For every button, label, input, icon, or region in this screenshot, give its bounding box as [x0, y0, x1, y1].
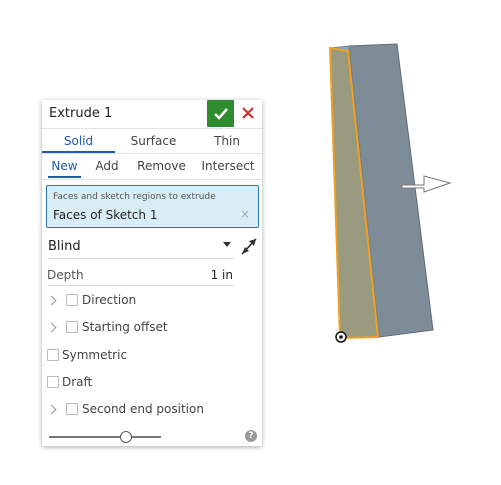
- dialog-header: Extrude 1: [42, 100, 262, 128]
- direction-label: Direction: [82, 293, 137, 307]
- extrude-dialog: Extrude 1 Solid Surface Thin New Add Rem…: [42, 100, 262, 446]
- flip-direction-button[interactable]: [239, 235, 259, 257]
- end-type-value: Blind: [48, 239, 81, 254]
- selection-hint: Faces and sketch regions to extrude: [53, 192, 216, 202]
- faces-selection-field[interactable]: Faces and sketch regions to extrude Face…: [46, 185, 259, 228]
- tab-solid[interactable]: Solid: [42, 129, 115, 153]
- dialog-title: Extrude 1: [49, 106, 113, 121]
- starting-offset-row: Starting offset: [42, 317, 262, 337]
- draft-label: Draft: [62, 375, 93, 389]
- tab-new[interactable]: New: [48, 154, 81, 178]
- chevron-right-icon[interactable]: [46, 404, 57, 415]
- direction-checkbox[interactable]: [66, 294, 78, 306]
- draft-row: Draft: [42, 372, 262, 392]
- second-end-label: Second end position: [82, 402, 204, 416]
- draft-checkbox[interactable]: [47, 376, 59, 388]
- symmetric-checkbox[interactable]: [47, 349, 59, 361]
- depth-value[interactable]: 1 in: [211, 268, 233, 282]
- body-type-tabs: Solid Surface Thin: [42, 129, 262, 154]
- operation-tabs: New Add Remove Intersect: [42, 154, 262, 179]
- starting-offset-label: Starting offset: [82, 320, 168, 334]
- depth-label: Depth: [47, 268, 84, 282]
- second-end-checkbox[interactable]: [66, 403, 78, 415]
- help-icon[interactable]: ?: [245, 430, 257, 442]
- chevron-right-icon[interactable]: [46, 295, 57, 306]
- tab-remove[interactable]: Remove: [133, 154, 190, 178]
- selection-value: Faces of Sketch 1: [53, 208, 158, 222]
- tab-thin[interactable]: Thin: [192, 129, 262, 153]
- chevron-right-icon[interactable]: [46, 322, 57, 333]
- detail-slider-handle[interactable]: [120, 431, 132, 443]
- clear-selection-icon[interactable]: ×: [240, 207, 250, 221]
- tab-intersect[interactable]: Intersect: [198, 154, 258, 178]
- tab-add[interactable]: Add: [87, 154, 127, 178]
- tab-surface[interactable]: Surface: [115, 129, 192, 153]
- detail-slider-track[interactable]: [49, 436, 161, 438]
- end-type-select[interactable]: Blind: [47, 236, 235, 259]
- second-end-row: Second end position: [42, 399, 262, 419]
- cancel-button[interactable]: [241, 105, 255, 121]
- symmetric-label: Symmetric: [62, 348, 128, 362]
- symmetric-row: Symmetric: [42, 345, 262, 365]
- flip-direction-icon: [241, 238, 257, 255]
- depth-field[interactable]: Depth 1 in: [47, 265, 235, 286]
- chevron-down-icon: [223, 242, 231, 247]
- checkmark-icon: [213, 107, 228, 120]
- confirm-button[interactable]: [207, 100, 234, 127]
- starting-offset-checkbox[interactable]: [66, 321, 78, 333]
- close-icon: [242, 107, 254, 119]
- direction-row: Direction: [42, 290, 262, 310]
